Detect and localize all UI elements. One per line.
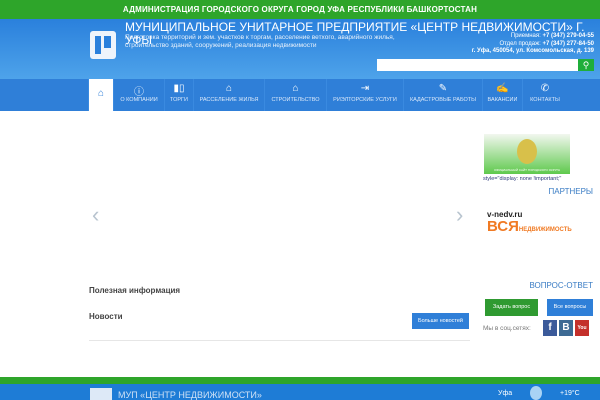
phone-icon: ✆ [540, 83, 550, 94]
search-input[interactable] [377, 59, 578, 71]
all-questions-button[interactable]: Все вопросы [547, 299, 593, 316]
auction-icon: ▮▯ [173, 83, 185, 94]
ruler-icon: ✎ [438, 83, 448, 94]
divider [89, 340, 470, 341]
city-banner[interactable]: ОФИЦИАЛЬНЫЙ САЙТ ГОРОДСКОГО ОКРУГА [484, 134, 570, 174]
nav-label: О КОМПАНИИ [120, 97, 158, 103]
phone2: +7 (347) 277-84-50 [542, 40, 594, 47]
phone1-label: Приемная: [510, 33, 541, 39]
nav-item[interactable]: ✎ КАДАСТРОВЫЕ РАБОТЫ [403, 79, 482, 111]
nav-label: СТРОИТЕЛЬСТВО [271, 97, 320, 103]
banner-caption: ОФИЦИАЛЬНЫЙ САЙТ ГОРОДСКОГО ОКРУГА [493, 168, 561, 172]
useful-info-heading: Полезная информация [89, 286, 181, 295]
nav-label: ВАКАНСИИ [487, 97, 518, 103]
nav-label: РАССЕЛЕНИЕ ЖИЛЬЯ [199, 97, 259, 103]
partner-small: НЕДВИЖИМОСТЬ [518, 227, 572, 233]
footer-stripe [0, 377, 600, 384]
nav-item[interactable]: ⇥ РИЭЛТОРСКИЕ УСЛУГИ [326, 79, 403, 111]
nav-label: РИЭЛТОРСКИЕ УСЛУГИ [333, 97, 397, 103]
slider-prev-button[interactable]: ‹ [92, 202, 99, 228]
contacts: Приемная: +7 (347) 279-04-55 Отдел прода… [444, 33, 594, 56]
home-icon: ⌂ [97, 88, 105, 99]
nav-item[interactable]: ✍ ВАКАНСИИ [482, 79, 522, 111]
social-label: Мы в соц.сетях: [483, 325, 531, 332]
more-news-button[interactable]: Больше новостей [412, 313, 469, 329]
house-gear-icon: ⌂ [225, 83, 233, 94]
nav-item[interactable]: ✆ КОНТАКТЫ [522, 79, 567, 111]
door-icon: ⇥ [360, 83, 370, 94]
weather-city: Уфа [498, 390, 513, 397]
nav-item[interactable]: ⓘ О КОМПАНИИ [113, 79, 164, 111]
nav-label: ТОРГИ [170, 97, 188, 103]
youtube-icon[interactable]: You [575, 320, 589, 336]
nav-item[interactable]: ⌂ СТРОИТЕЛЬСТВО [264, 79, 326, 111]
nav-label: КОНТАКТЫ [530, 97, 560, 103]
handshake-icon: ✍ [496, 83, 509, 94]
vk-icon[interactable]: B [559, 320, 573, 336]
info-icon: ⓘ [134, 87, 144, 98]
facebook-icon[interactable]: f [543, 320, 557, 336]
footer-logo [90, 388, 112, 400]
main-nav: ⌂ ⓘ О КОМПАНИИ ▮▯ ТОРГИ ⌂ РАССЕЛЕНИЕ ЖИЛЬЯ ⌂ СТР… [0, 79, 600, 111]
top-bar: АДМИНИСТРАЦИЯ ГОРОДСКОГО ОКРУГА ГОРОД УФ… [0, 0, 600, 19]
logo[interactable] [90, 31, 116, 59]
address: г. Уфа, 450054, ул. Комсомольская, д. 13… [471, 48, 594, 54]
nav-label: КАДАСТРОВЫЕ РАБОТЫ [409, 97, 477, 103]
partners-heading: ПАРТНЕРЫ [548, 187, 593, 196]
nav-home[interactable]: ⌂ [88, 79, 113, 111]
emblem-icon [517, 139, 537, 164]
phone2-label: Отдел продаж: [499, 40, 541, 47]
footer-title: МУП «ЦЕНТР НЕДВИЖИМОСТИ» [118, 390, 262, 400]
style-note: style="display: none !important;" [483, 176, 562, 182]
search-button[interactable]: ⚲ [578, 59, 594, 71]
ask-question-button[interactable]: Задать вопрос [485, 299, 538, 316]
house-icon: ⌂ [292, 83, 299, 94]
nav-item[interactable]: ⌂ РАССЕЛЕНИЕ ЖИЛЬЯ [193, 79, 264, 111]
news-heading: Новости [89, 312, 123, 321]
search-icon: ⚲ [582, 60, 590, 70]
weather-temp: +19°C [560, 390, 580, 397]
nav-item[interactable]: ▮▯ ТОРГИ [164, 79, 193, 111]
partner-big: ВСЯ [487, 218, 519, 235]
weather-icon [530, 386, 542, 400]
header: МУНИЦИПАЛЬНОЕ УНИТАРНОЕ ПРЕДПРИЯТИЕ «ЦЕН… [0, 19, 600, 79]
phone1: +7 (347) 279-04-55 [542, 33, 594, 39]
qa-heading: ВОПРОС-ОТВЕТ [529, 281, 593, 290]
slider-next-button[interactable]: › [456, 202, 463, 228]
partner-banner[interactable]: v-nedv.ru ВСЯНЕДВИЖИМОСТЬ [487, 210, 587, 244]
site-subtitle: Подготовка территорий и зем. участков к … [125, 34, 395, 49]
